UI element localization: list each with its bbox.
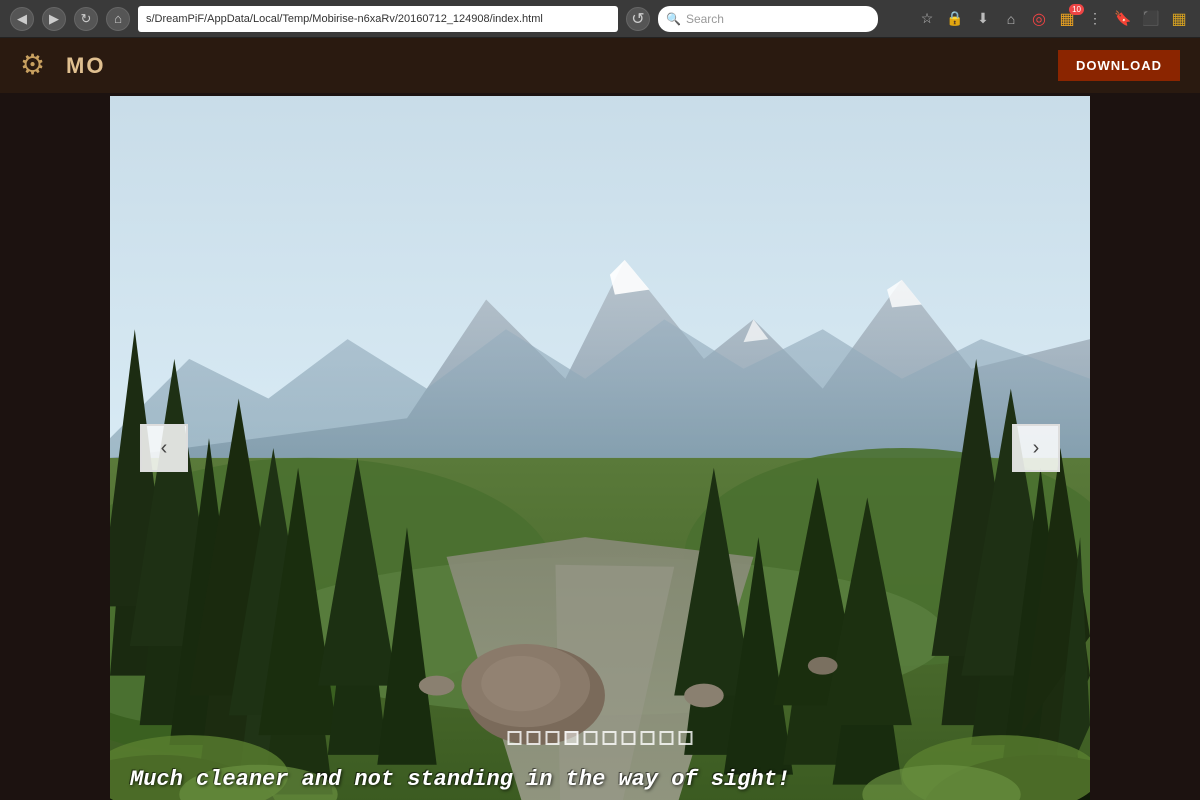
carousel-prev-button[interactable]: ‹ xyxy=(140,424,188,472)
slide-caption: Much cleaner and not standing in the way… xyxy=(130,767,1070,792)
carousel-next-button[interactable]: › xyxy=(1012,424,1060,472)
carousel-dots xyxy=(508,731,693,745)
slide-image xyxy=(110,96,1090,800)
dot-6[interactable] xyxy=(603,731,617,745)
app-header: ⚙ MO DOWNLOAD xyxy=(0,38,1200,93)
forward-button[interactable]: ▶ xyxy=(42,7,66,31)
dot-1[interactable] xyxy=(508,731,522,745)
opera-icon[interactable]: ◎ xyxy=(1028,8,1050,30)
next-icon: › xyxy=(1033,437,1040,460)
download-button[interactable]: DOWNLOAD xyxy=(1058,50,1180,81)
app-logo: ⚙ MO xyxy=(20,48,105,84)
prev-icon: ‹ xyxy=(161,437,168,460)
home-button[interactable]: ⌂ xyxy=(106,7,130,31)
dot-7[interactable] xyxy=(622,731,636,745)
app-container: ⚙ MO DOWNLOAD xyxy=(0,38,1200,800)
lock-icon[interactable]: 🔒 xyxy=(944,8,966,30)
back-button[interactable]: ◀ xyxy=(10,7,34,31)
download-icon[interactable]: ⬇ xyxy=(972,8,994,30)
address-text: s/DreamPiF/AppData/Local/Temp/Mobirise-n… xyxy=(146,13,543,25)
dot-4[interactable] xyxy=(565,731,579,745)
app-gear-icon: ⚙ xyxy=(20,48,56,84)
dot-5[interactable] xyxy=(584,731,598,745)
refresh-button[interactable]: ↻ xyxy=(74,7,98,31)
bookmark-list-icon[interactable]: 🔖 xyxy=(1112,8,1134,30)
address-field[interactable]: s/DreamPiF/AppData/Local/Temp/Mobirise-n… xyxy=(138,6,618,32)
notifications-icon[interactable]: ▦ xyxy=(1056,8,1078,30)
slideshow-window: ‹ › Much cleaner and not standing in the… xyxy=(110,96,1090,800)
extension2-icon[interactable]: ⬛ xyxy=(1140,8,1162,30)
dot-8[interactable] xyxy=(641,731,655,745)
sidebar-icon[interactable]: ▦ xyxy=(1168,8,1190,30)
dot-10[interactable] xyxy=(679,731,693,745)
dot-9[interactable] xyxy=(660,731,674,745)
search-glass-icon: 🔍 xyxy=(666,12,681,26)
app-title: MO xyxy=(66,53,105,79)
browser-address-bar: ◀ ▶ ↻ ⌂ s/DreamPiF/AppData/Local/Temp/Mo… xyxy=(0,0,1200,38)
reload-button[interactable]: ↺ xyxy=(626,7,650,31)
star-icon[interactable]: ☆ xyxy=(916,8,938,30)
dot-2[interactable] xyxy=(527,731,541,745)
toolbar-icons: ☆ 🔒 ⬇ ⌂ ◎ ▦ ⋮ 🔖 ⬛ ▦ xyxy=(916,8,1190,30)
search-placeholder-text: Search xyxy=(686,12,724,26)
menu-icon[interactable]: ⋮ xyxy=(1084,8,1106,30)
extensions-icon[interactable]: ⌂ xyxy=(1000,8,1022,30)
dot-3[interactable] xyxy=(546,731,560,745)
search-field[interactable]: 🔍 Search xyxy=(658,6,878,32)
